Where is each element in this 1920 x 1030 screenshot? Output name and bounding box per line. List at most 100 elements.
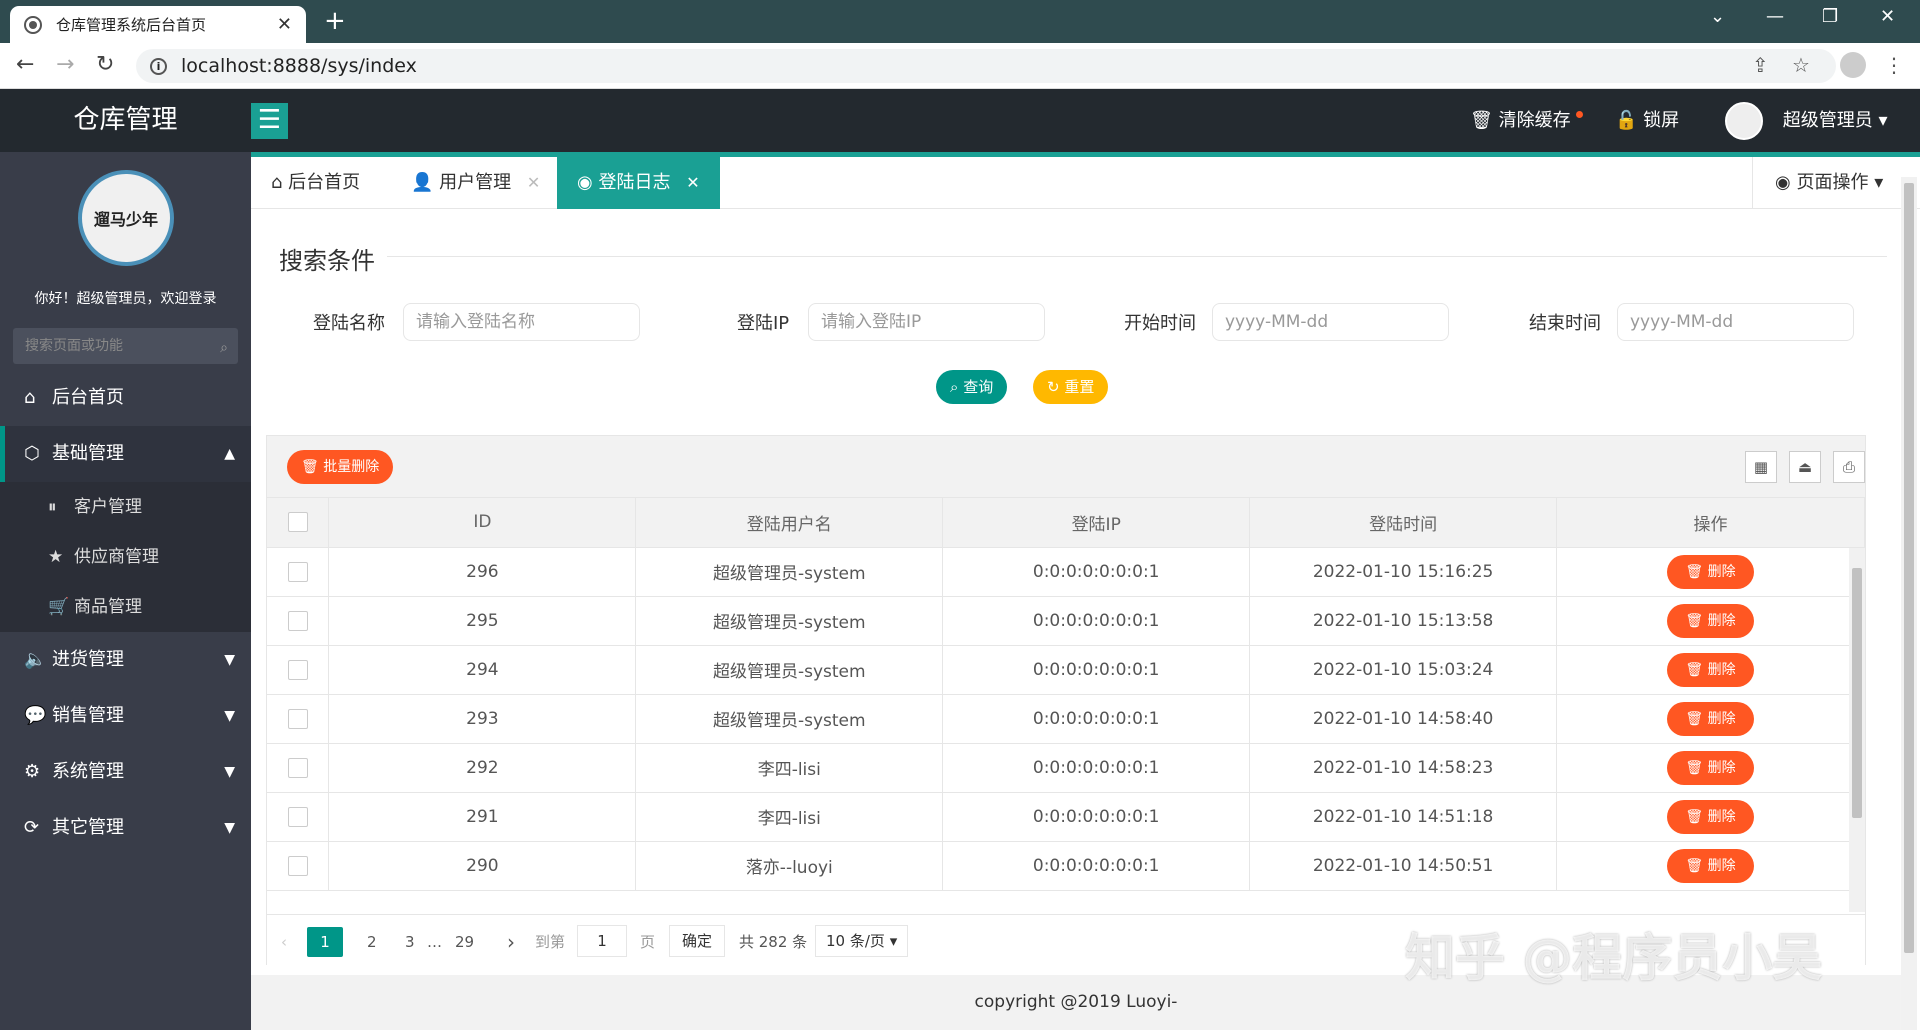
row-delete-button[interactable]: 🗑 删除 bbox=[1667, 848, 1754, 883]
forward-icon[interactable]: → bbox=[56, 52, 74, 77]
table-row[interactable]: 291 李四-lisi 0:0:0:0:0:0:0:1 2022-01-10 14:5… bbox=[267, 792, 1865, 842]
close-window-button[interactable]: ✕ bbox=[1880, 6, 1895, 27]
export-icon[interactable]: ⏏ bbox=[1789, 451, 1821, 483]
table-row[interactable]: 296 超级管理员-system 0:0:0:0:0:0:0:1 2022-01-10… bbox=[267, 547, 1865, 597]
sidebar-subitem-customer[interactable]: ⏸ 客户管理 bbox=[0, 482, 251, 532]
tab-close-icon[interactable]: ✕ bbox=[277, 14, 292, 35]
sidebar-item-sales[interactable]: 💬 销售管理 ▼ bbox=[0, 688, 251, 744]
table-scrollbar[interactable] bbox=[1849, 548, 1865, 912]
page-confirm-button[interactable]: 确定 bbox=[669, 925, 726, 957]
tab-close-icon[interactable]: ✕ bbox=[527, 173, 540, 192]
sidebar-item-basic[interactable]: ⬡ 基础管理 ▲ bbox=[0, 426, 251, 482]
next-page-icon[interactable]: › bbox=[507, 927, 515, 957]
login-ip-input[interactable]: 请输入登陆IP bbox=[808, 303, 1045, 341]
page-number-input[interactable]: 1 bbox=[577, 925, 627, 957]
tab-home[interactable]: ⌂ 后台首页 bbox=[251, 157, 380, 209]
page-unit-label: 页 bbox=[640, 933, 656, 951]
login-name-input[interactable]: 请输入登陆名称 bbox=[403, 303, 640, 341]
back-icon[interactable]: ← bbox=[16, 52, 34, 77]
start-time-input[interactable]: yyyy-MM-dd bbox=[1212, 303, 1449, 341]
menu-dots-icon[interactable]: ⋮ bbox=[1884, 53, 1904, 77]
minimize-button[interactable]: — bbox=[1766, 6, 1784, 27]
url-bar[interactable]: i localhost:8888/sys/index bbox=[136, 49, 1836, 83]
sidebar-item-system[interactable]: ⚙ 系统管理 ▼ bbox=[0, 744, 251, 800]
table-row[interactable]: 290 落亦--luoyi 0:0:0:0:0:0:0:1 2022-01-10 14… bbox=[267, 841, 1865, 891]
tab-search-icon[interactable]: ⌄ bbox=[1710, 6, 1725, 27]
user-menu[interactable]: 超级管理员 ▾ bbox=[1725, 89, 1888, 152]
batch-delete-button[interactable]: 🗑 批量删除 bbox=[287, 450, 394, 484]
column-header-id[interactable]: ID bbox=[328, 498, 637, 548]
sidebar-subitem-goods[interactable]: 🛒 商品管理 bbox=[0, 582, 251, 632]
search-icon[interactable]: ⌕ bbox=[220, 330, 228, 366]
row-delete-button[interactable]: 🗑 删除 bbox=[1667, 750, 1754, 785]
columns-filter-icon[interactable]: ▦ bbox=[1745, 451, 1777, 483]
page-scrollbar[interactable] bbox=[1901, 177, 1917, 1030]
print-icon[interactable]: ⎙ bbox=[1833, 451, 1865, 483]
trash-icon: 🗑 bbox=[1685, 857, 1704, 874]
tab-close-icon[interactable]: ✕ bbox=[686, 173, 699, 192]
reset-button[interactable]: ↻ 重置 bbox=[1033, 370, 1109, 404]
row-select-cell bbox=[267, 841, 330, 891]
row-checkbox[interactable] bbox=[287, 561, 308, 582]
site-info-icon[interactable]: i bbox=[150, 57, 167, 75]
clear-cache-button[interactable]: 🗑 清除缓存 bbox=[1470, 89, 1584, 152]
column-header-ip[interactable]: 登陆IP bbox=[942, 498, 1251, 548]
row-delete-button[interactable]: 🗑 删除 bbox=[1667, 603, 1754, 638]
row-delete-button[interactable]: 🗑 删除 bbox=[1667, 799, 1754, 834]
home-icon: ⌂ bbox=[271, 172, 283, 193]
table-row[interactable]: 295 超级管理员-system 0:0:0:0:0:0:0:1 2022-01-10… bbox=[267, 596, 1865, 646]
table-row[interactable]: 293 超级管理员-system 0:0:0:0:0:0:0:1 2022-01-10… bbox=[267, 694, 1865, 744]
row-checkbox[interactable] bbox=[287, 708, 308, 729]
menu-toggle-button[interactable]: ☰ bbox=[251, 103, 288, 139]
row-delete-button[interactable]: 🗑 删除 bbox=[1667, 554, 1754, 589]
row-delete-button[interactable]: 🗑 删除 bbox=[1667, 652, 1754, 687]
page-button-2[interactable]: 2 bbox=[367, 927, 377, 957]
sidebar-item-label: 系统管理 bbox=[52, 761, 124, 782]
sidebar-item-purchase[interactable]: 🔈 进货管理 ▼ bbox=[0, 632, 251, 688]
tab-login-log[interactable]: ◉ 登陆日志 ✕ bbox=[557, 157, 720, 209]
row-delete-label: 删除 bbox=[1707, 710, 1736, 727]
bookmark-star-icon[interactable]: ☆ bbox=[1792, 53, 1810, 77]
row-delete-button[interactable]: 🗑 删除 bbox=[1667, 701, 1754, 736]
tab-label: 登陆日志 bbox=[598, 172, 671, 193]
prev-page-icon[interactable]: ‹ bbox=[281, 927, 287, 957]
fieldset-line bbox=[267, 256, 1887, 257]
sidebar-search-input[interactable]: 搜索页面或功能 ⌕ bbox=[13, 328, 238, 364]
sidebar-item-home[interactable]: ⌂ 后台首页 bbox=[0, 370, 251, 426]
browser-tab[interactable]: 仓库管理系统后台首页 ✕ bbox=[10, 6, 306, 43]
table-scrollbar-thumb[interactable] bbox=[1852, 568, 1862, 818]
row-select-cell bbox=[267, 792, 330, 842]
tab-user-management[interactable]: 👤 用户管理 ✕ bbox=[391, 157, 560, 209]
query-button[interactable]: ⌕ 查询 bbox=[936, 370, 1008, 404]
sidebar-item-other[interactable]: ⟳ 其它管理 ▼ bbox=[0, 800, 251, 856]
page-button-1[interactable]: 1 bbox=[307, 927, 343, 957]
per-page-select[interactable]: 10 条/页 ▾ bbox=[815, 925, 909, 957]
page-operations-dropdown[interactable]: ◉ 页面操作 ▾ bbox=[1752, 157, 1920, 209]
restore-button[interactable]: ❐ bbox=[1822, 6, 1838, 27]
end-time-input[interactable]: yyyy-MM-dd bbox=[1617, 303, 1854, 341]
sidebar-subitem-supplier[interactable]: ★ 供应商管理 bbox=[0, 532, 251, 582]
refresh-icon: ↻ bbox=[1047, 378, 1060, 396]
column-header-username[interactable]: 登陆用户名 bbox=[635, 498, 944, 548]
table-row[interactable]: 294 超级管理员-system 0:0:0:0:0:0:0:1 2022-01-10… bbox=[267, 645, 1865, 695]
new-tab-button[interactable]: + bbox=[324, 6, 346, 36]
row-checkbox[interactable] bbox=[287, 757, 308, 778]
page-button-29[interactable]: 29 bbox=[455, 927, 474, 957]
profile-avatar[interactable] bbox=[1840, 52, 1866, 78]
sidebar-search-placeholder: 搜索页面或功能 bbox=[25, 338, 123, 354]
row-checkbox[interactable] bbox=[287, 610, 308, 631]
row-checkbox[interactable] bbox=[287, 855, 308, 876]
batch-delete-label: 批量删除 bbox=[323, 459, 380, 475]
column-header-time[interactable]: 登陆时间 bbox=[1249, 498, 1558, 548]
share-icon[interactable]: ⇪ bbox=[1752, 53, 1769, 77]
page-scrollbar-thumb[interactable] bbox=[1904, 183, 1914, 953]
select-all-checkbox[interactable] bbox=[287, 512, 308, 533]
page-button-3[interactable]: 3 bbox=[405, 927, 415, 957]
row-checkbox[interactable] bbox=[287, 806, 308, 827]
cell-actions: 🗑 删除 bbox=[1556, 792, 1865, 842]
row-checkbox[interactable] bbox=[287, 659, 308, 680]
reload-icon[interactable]: ↻ bbox=[96, 52, 114, 77]
table-row[interactable]: 292 李四-lisi 0:0:0:0:0:0:0:1 2022-01-10 14:5… bbox=[267, 743, 1865, 793]
home-icon: ⌂ bbox=[24, 387, 36, 408]
lock-screen-button[interactable]: 🔓 锁屏 bbox=[1615, 89, 1679, 152]
